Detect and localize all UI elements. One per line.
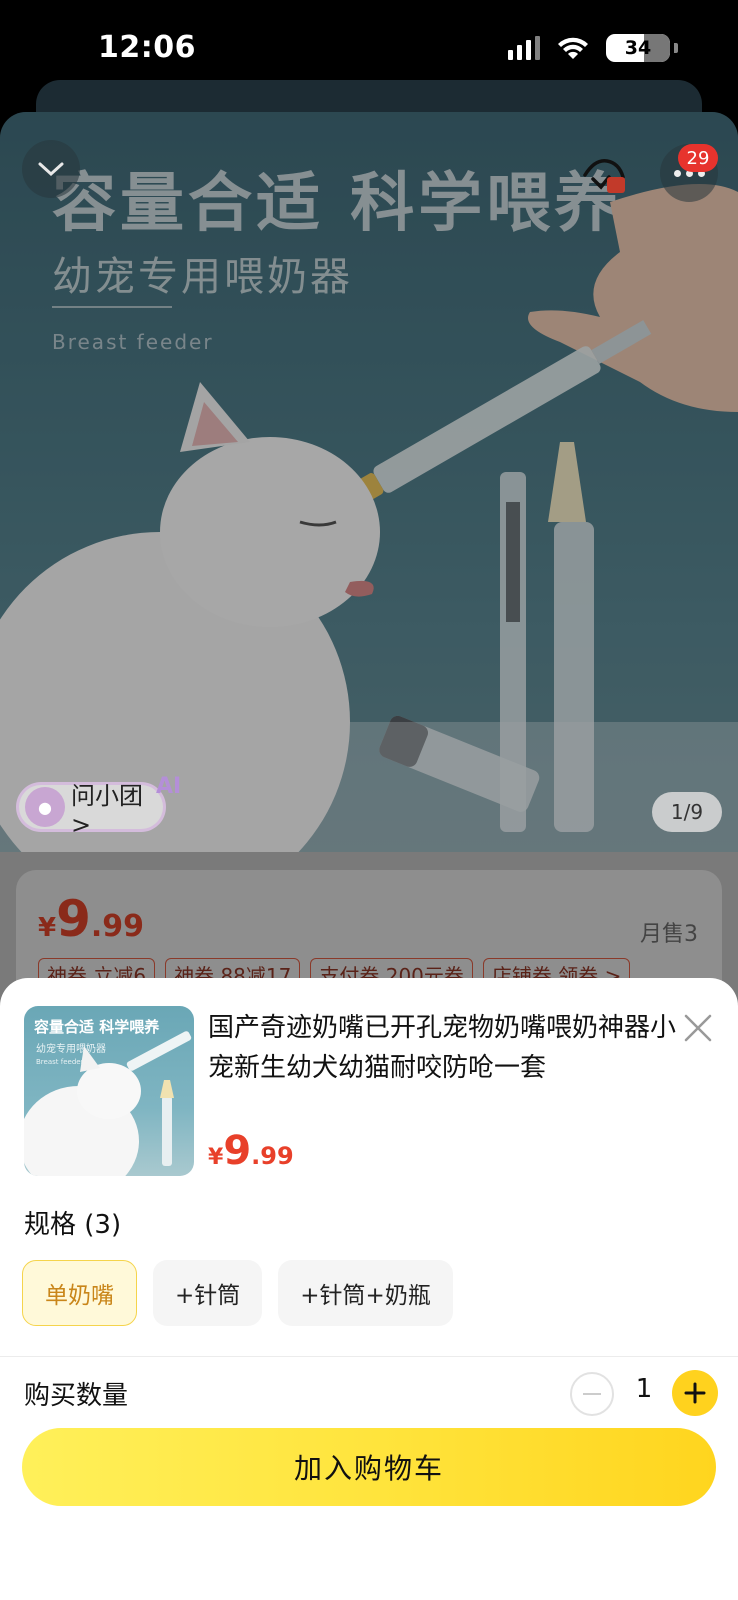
price-currency: ¥ xyxy=(208,1145,224,1170)
chevron-down-icon xyxy=(38,162,64,177)
cart-icon xyxy=(583,159,625,193)
thumbnail-art xyxy=(24,1031,192,1176)
quantity-label: 购买数量 xyxy=(24,1381,129,1411)
product-title: 国产奇迹奶嘴已开孔宠物奶嘴喂奶神器小宠新生幼犬幼猫耐咬防呛一套 xyxy=(208,1013,677,1083)
spec-label: 规格 (3) xyxy=(24,1210,122,1240)
spec-option-syringe-bottle[interactable]: +针筒+奶瓶 xyxy=(278,1260,453,1326)
monthly-sales: 月售3 xyxy=(640,922,698,947)
notification-badge: 29 xyxy=(678,144,718,172)
minus-icon xyxy=(583,1393,601,1395)
price-decimal: .99 xyxy=(90,909,145,944)
ask-xiaotuan-button[interactable]: ● 问小团> xyxy=(16,782,166,839)
ask-xiaotuan-label: 问小团> xyxy=(70,781,143,839)
ai-tag: AI xyxy=(156,774,182,799)
cellular-signal-icon xyxy=(508,36,540,60)
quantity-increase-button[interactable] xyxy=(672,1370,718,1416)
price-currency: ¥ xyxy=(38,913,57,943)
price-integer: 9 xyxy=(56,890,91,948)
quantity-decrease-button[interactable] xyxy=(570,1372,614,1416)
plus-icon xyxy=(684,1382,706,1404)
price-integer: 9 xyxy=(223,1128,252,1174)
price-decimal: .99 xyxy=(251,1142,294,1170)
product-image-carousel[interactable]: 容量合适 科学喂养 幼宠专用喂奶器 Breast feeder xyxy=(0,112,738,852)
dot-icon xyxy=(673,169,681,177)
spec-option-syringe[interactable]: +针筒 xyxy=(153,1260,263,1326)
collapse-button[interactable] xyxy=(22,140,80,198)
spec-option-single-nipple[interactable]: 单奶嘴 xyxy=(22,1260,137,1326)
shopping-cart-button[interactable] xyxy=(576,146,634,204)
status-time: 12:06 xyxy=(98,30,196,65)
wifi-icon xyxy=(558,37,588,59)
battery-level: 34 xyxy=(624,37,652,59)
sheet-price: ¥9.99 xyxy=(208,1128,294,1174)
dim-overlay xyxy=(0,112,738,852)
close-icon[interactable] xyxy=(680,1010,716,1046)
sku-selection-sheet: 容量合适 科学喂养 幼宠专用喂奶器 Breast feeder 国产奇迹奶嘴已开… xyxy=(0,978,738,1600)
quantity-value[interactable]: 1 xyxy=(622,1374,666,1404)
battery-cap xyxy=(674,43,678,53)
divider xyxy=(0,1356,738,1357)
spec-options: 单奶嘴 +针筒 +针筒+奶瓶 xyxy=(22,1260,453,1326)
add-to-cart-button[interactable]: 加入购物车 xyxy=(22,1428,716,1506)
status-icons: 34 xyxy=(508,34,678,62)
product-thumbnail[interactable]: 容量合适 科学喂养 幼宠专用喂奶器 Breast feeder xyxy=(24,1006,194,1176)
battery-icon: 34 xyxy=(606,34,670,62)
background-price: ¥9.99 xyxy=(38,890,144,948)
image-counter: 1/9 xyxy=(652,792,722,832)
assistant-avatar-icon: ● xyxy=(25,787,65,827)
